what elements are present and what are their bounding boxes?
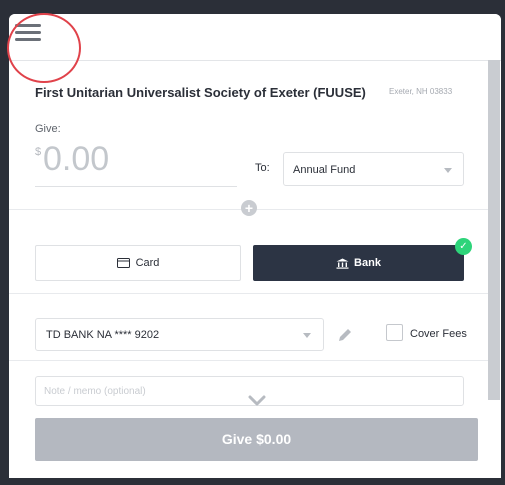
to-label: To: xyxy=(255,162,270,174)
bank-button-label: Bank xyxy=(354,257,381,269)
give-submit-button[interactable]: Give $0.00 xyxy=(35,418,488,461)
check-icon: ✓ xyxy=(455,238,472,255)
chevron-down-icon[interactable] xyxy=(248,395,266,407)
hamburger-menu-icon[interactable] xyxy=(15,24,41,44)
credit-card-icon xyxy=(116,258,130,268)
divider xyxy=(9,360,488,361)
cover-fees-label: Cover Fees xyxy=(410,328,467,340)
bank-account-select[interactable]: TD BANK NA **** 9202 xyxy=(35,318,324,351)
organization-name: First Unitarian Universalist Society of … xyxy=(35,85,366,100)
header-bar xyxy=(9,14,501,61)
card-payment-button[interactable]: Card xyxy=(35,245,241,281)
chevron-down-icon xyxy=(303,333,311,338)
plus-circle-icon[interactable]: + xyxy=(241,200,257,216)
pencil-icon[interactable] xyxy=(336,326,354,344)
bank-payment-button[interactable]: Bank xyxy=(253,245,464,281)
cover-fees-checkbox[interactable] xyxy=(386,324,403,341)
bank-button-content: Bank xyxy=(253,245,464,281)
give-label: Give: xyxy=(35,123,61,135)
divider xyxy=(9,293,488,294)
organization-location: Exeter, NH 03833 xyxy=(389,87,453,96)
card-button-content: Card xyxy=(36,246,240,280)
bank-account-value: TD BANK NA **** 9202 xyxy=(46,329,160,341)
amount-input[interactable]: 0.00 xyxy=(43,140,109,179)
give-submit-label: Give $0.00 xyxy=(221,431,292,447)
card-button-label: Card xyxy=(135,257,160,269)
fund-select[interactable]: Annual Fund xyxy=(283,152,464,186)
amount-underline xyxy=(35,186,237,187)
scrollbar-thumb[interactable] xyxy=(488,60,500,400)
fund-select-value: Annual Fund xyxy=(293,164,356,176)
currency-symbol: $ xyxy=(35,146,42,158)
lock-icon xyxy=(479,432,488,444)
bank-icon xyxy=(336,258,349,269)
chevron-down-icon xyxy=(444,168,452,173)
